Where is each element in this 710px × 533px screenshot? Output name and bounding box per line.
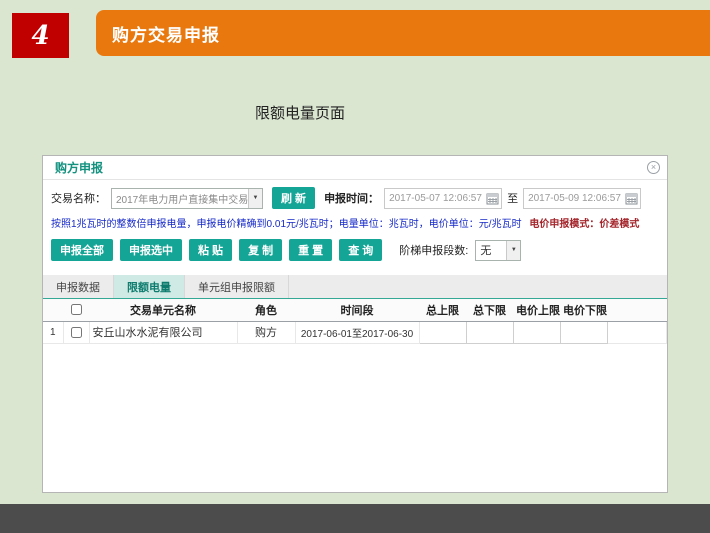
price-mode-text: 电价申报模式：价差模式	[529, 219, 639, 230]
tab-quota-energy[interactable]: 限额电量	[114, 275, 185, 298]
dropdown-arrow-icon: ▼	[506, 241, 520, 260]
filler-header	[607, 299, 667, 321]
to-label: 至	[507, 190, 518, 206]
declare-time-label: 申报时间：	[324, 190, 379, 206]
footer-band	[0, 504, 710, 533]
tab-bar: 申报数据 限额电量 单元组申报限额	[43, 275, 667, 299]
copy-button[interactable]: 复 制	[239, 239, 282, 261]
cell-role: 购方	[237, 321, 295, 343]
slide: 4 购方交易申报 限额电量页面 购方申报 × 交易名称： 2017年电力用户直接…	[0, 0, 710, 533]
caption: 限额电量页面	[0, 102, 600, 123]
filter-form: 交易名称： 2017年电力用户直接集中交易模拟 ▼ 刷 新 申报时间： 2017…	[43, 180, 667, 213]
select-all-checkbox[interactable]	[71, 304, 82, 315]
row-checkbox[interactable]	[71, 327, 82, 338]
slide-number-badge: 4	[12, 13, 69, 58]
calendar-icon[interactable]	[625, 192, 638, 205]
step-count-value: 无	[476, 242, 506, 258]
time-from-value: 2017-05-07 12:06:57	[389, 193, 482, 204]
column-header-total-lower: 总下限	[466, 299, 513, 321]
quota-table: 交易单元名称 角色 时间段 总上限 总下限 电价上限 电价下限 1 安丘山水水泥…	[43, 299, 667, 344]
tab-declare-data[interactable]: 申报数据	[43, 275, 114, 298]
column-header-price-lower: 电价下限	[560, 299, 607, 321]
declare-all-button[interactable]: 申报全部	[51, 239, 113, 261]
window-title: 购方申报	[55, 159, 103, 176]
slide-number: 4	[31, 21, 49, 51]
column-header-role: 角色	[237, 299, 295, 321]
cell-price-lower[interactable]	[560, 321, 607, 343]
column-header-price-upper: 电价上限	[513, 299, 560, 321]
declare-selected-button[interactable]: 申报选中	[120, 239, 182, 261]
column-header-period: 时间段	[295, 299, 419, 321]
slide-title: 购方交易申报	[112, 21, 220, 46]
declaration-rules-notice: 按照1兆瓦时的整数倍申报电量，申报电价精确到0.01元/兆瓦时；电量单位：兆瓦时…	[43, 213, 667, 234]
app-window: 购方申报 × 交易名称： 2017年电力用户直接集中交易模拟 ▼ 刷 新 申报时…	[42, 155, 668, 493]
trade-name-select[interactable]: 2017年电力用户直接集中交易模拟 ▼	[111, 188, 263, 209]
trade-name-selected-value: 2017年电力用户直接集中交易模拟	[112, 191, 248, 206]
paste-button[interactable]: 粘 贴	[189, 239, 232, 261]
filler-cell	[607, 321, 667, 343]
rule-text: 按照1兆瓦时的整数倍申报电量，申报电价精确到0.01元/兆瓦时；电量单位：兆瓦时…	[51, 219, 522, 230]
select-all-cell	[63, 299, 89, 321]
table-row: 1 安丘山水水泥有限公司 购方 2017-06-01至2017-06-30	[43, 321, 667, 343]
close-icon[interactable]: ×	[647, 161, 660, 174]
cell-price-upper[interactable]	[513, 321, 560, 343]
table-header-row: 交易单元名称 角色 时间段 总上限 总下限 电价上限 电价下限	[43, 299, 667, 321]
time-to-input[interactable]: 2017-05-09 12:06:57	[523, 188, 641, 209]
time-from-input[interactable]: 2017-05-07 12:06:57	[384, 188, 502, 209]
row-select-cell	[63, 321, 89, 343]
step-count-label: 阶梯申报段数:	[399, 242, 468, 258]
index-column-header	[43, 299, 63, 321]
step-count-select[interactable]: 无 ▼	[475, 240, 521, 261]
reset-button[interactable]: 重 置	[289, 239, 332, 261]
refresh-button[interactable]: 刷 新	[272, 187, 315, 209]
column-header-name: 交易单元名称	[89, 299, 237, 321]
slide-title-band: 购方交易申报	[96, 10, 710, 56]
tab-unit-group-quota[interactable]: 单元组申报限额	[185, 275, 289, 298]
query-button[interactable]: 查 询	[339, 239, 382, 261]
window-titlebar: 购方申报 ×	[43, 156, 667, 180]
cell-total-lower[interactable]	[466, 321, 513, 343]
action-toolbar: 申报全部 申报选中 粘 贴 复 制 重 置 查 询 阶梯申报段数: 无 ▼	[43, 234, 667, 270]
cell-total-upper[interactable]	[419, 321, 466, 343]
time-to-value: 2017-05-09 12:06:57	[528, 193, 621, 204]
calendar-icon[interactable]	[486, 192, 499, 205]
row-index: 1	[43, 321, 63, 343]
cell-period: 2017-06-01至2017-06-30	[295, 321, 419, 343]
dropdown-arrow-icon: ▼	[248, 189, 262, 208]
trade-name-label: 交易名称：	[51, 190, 106, 206]
column-header-total-upper: 总上限	[419, 299, 466, 321]
cell-unit-name: 安丘山水水泥有限公司	[89, 321, 237, 343]
